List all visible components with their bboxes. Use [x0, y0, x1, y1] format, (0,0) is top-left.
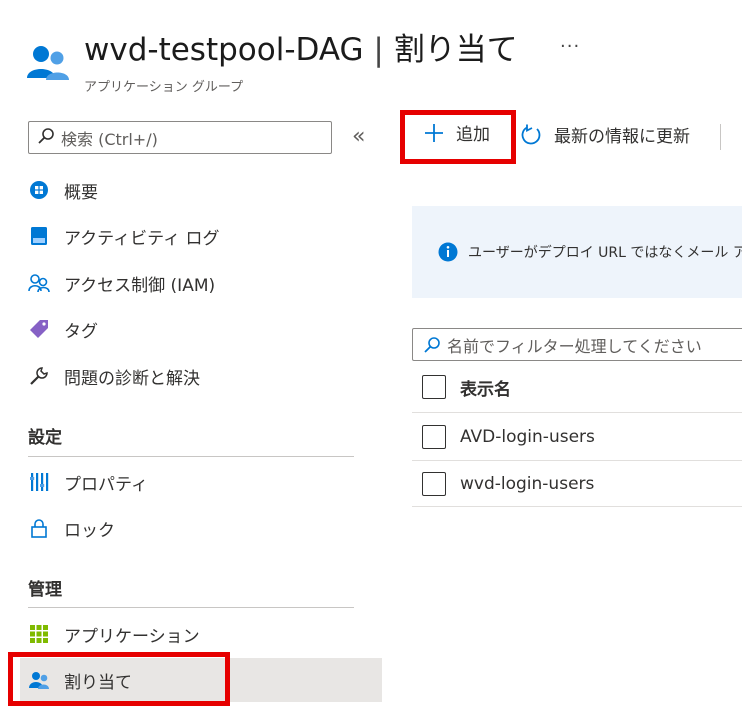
- collapse-sidebar-button[interactable]: «: [352, 124, 365, 149]
- table-row[interactable]: wvd-login-users: [412, 461, 742, 507]
- sidebar-item-label: ロック: [64, 520, 115, 541]
- sidebar-item-tags[interactable]: タグ: [20, 309, 382, 349]
- sidebar-item-label: 概要: [64, 182, 98, 203]
- search-icon: [423, 336, 441, 354]
- search-icon: [37, 127, 55, 149]
- sidebar-item-activity-log[interactable]: アクティビティ ログ: [20, 216, 382, 256]
- refresh-button[interactable]: 最新の情報に更新: [520, 122, 690, 147]
- info-icon: [438, 242, 458, 262]
- section-divider: [28, 456, 354, 457]
- page-title: wvd-testpool-DAG | 割り当て: [84, 30, 518, 70]
- filter-input[interactable]: 名前でフィルター処理してください: [412, 328, 742, 361]
- row-display-name: AVD-login-users: [460, 427, 595, 447]
- applications-icon: [28, 623, 50, 645]
- sidebar-item-label: タグ: [64, 321, 98, 342]
- sidebar-item-properties[interactable]: プロパティ: [20, 462, 382, 502]
- filter-placeholder: 名前でフィルター処理してください: [447, 336, 702, 356]
- info-banner: ユーザーがデプロイ URL ではなくメール ア: [412, 206, 742, 298]
- sidebar-item-applications[interactable]: アプリケーション: [20, 614, 382, 654]
- sidebar-item-overview[interactable]: 概要: [20, 170, 382, 210]
- title-separator: |: [373, 32, 384, 68]
- section-divider: [28, 607, 354, 608]
- resource-name: wvd-testpool-DAG: [84, 32, 364, 68]
- blade-name: 割り当て: [393, 32, 518, 68]
- sidebar-item-label: アプリケーション: [64, 626, 200, 647]
- sidebar-item-locks[interactable]: ロック: [20, 508, 382, 548]
- refresh-icon: [520, 124, 542, 146]
- row-checkbox[interactable]: [422, 472, 446, 496]
- sidebar-item-label: アクティビティ ログ: [64, 228, 220, 249]
- properties-icon: [28, 471, 50, 493]
- iam-icon: [28, 272, 50, 294]
- tag-icon: [28, 318, 50, 340]
- row-divider: [412, 412, 742, 413]
- toolbar-divider: [720, 124, 721, 150]
- table-header-row: 表示名: [412, 364, 742, 410]
- highlight-assignments: [8, 652, 230, 706]
- table-row[interactable]: AVD-login-users: [412, 414, 742, 460]
- section-settings: 設定: [28, 428, 62, 448]
- overview-icon: [28, 179, 50, 201]
- sidebar-item-label: アクセス制御 (IAM): [64, 275, 216, 296]
- sidebar-item-diagnose[interactable]: 問題の診断と解決: [20, 356, 382, 396]
- row-divider: [412, 506, 742, 507]
- resource-type: アプリケーション グループ: [84, 80, 244, 95]
- info-text: ユーザーがデプロイ URL ではなくメール ア: [468, 245, 742, 261]
- highlight-add-button: [400, 110, 516, 164]
- refresh-button-label: 最新の情報に更新: [554, 127, 690, 147]
- sidebar-item-label: 問題の診断と解決: [64, 368, 200, 389]
- select-all-checkbox[interactable]: [422, 375, 446, 399]
- sidebar-search-input[interactable]: 検索 (Ctrl+/): [28, 121, 332, 154]
- row-checkbox[interactable]: [422, 425, 446, 449]
- activity-log-icon: [28, 225, 50, 247]
- row-display-name: wvd-login-users: [460, 474, 595, 494]
- users-group-icon: [26, 42, 70, 82]
- sidebar-item-label: プロパティ: [64, 474, 148, 495]
- wrench-icon: [28, 365, 50, 387]
- sidebar-item-iam[interactable]: アクセス制御 (IAM): [20, 263, 382, 303]
- section-manage: 管理: [28, 580, 62, 600]
- more-options-button[interactable]: ···: [560, 36, 580, 57]
- lock-icon: [28, 517, 50, 539]
- column-header-display-name[interactable]: 表示名: [460, 375, 511, 400]
- search-placeholder: 検索 (Ctrl+/): [61, 129, 158, 149]
